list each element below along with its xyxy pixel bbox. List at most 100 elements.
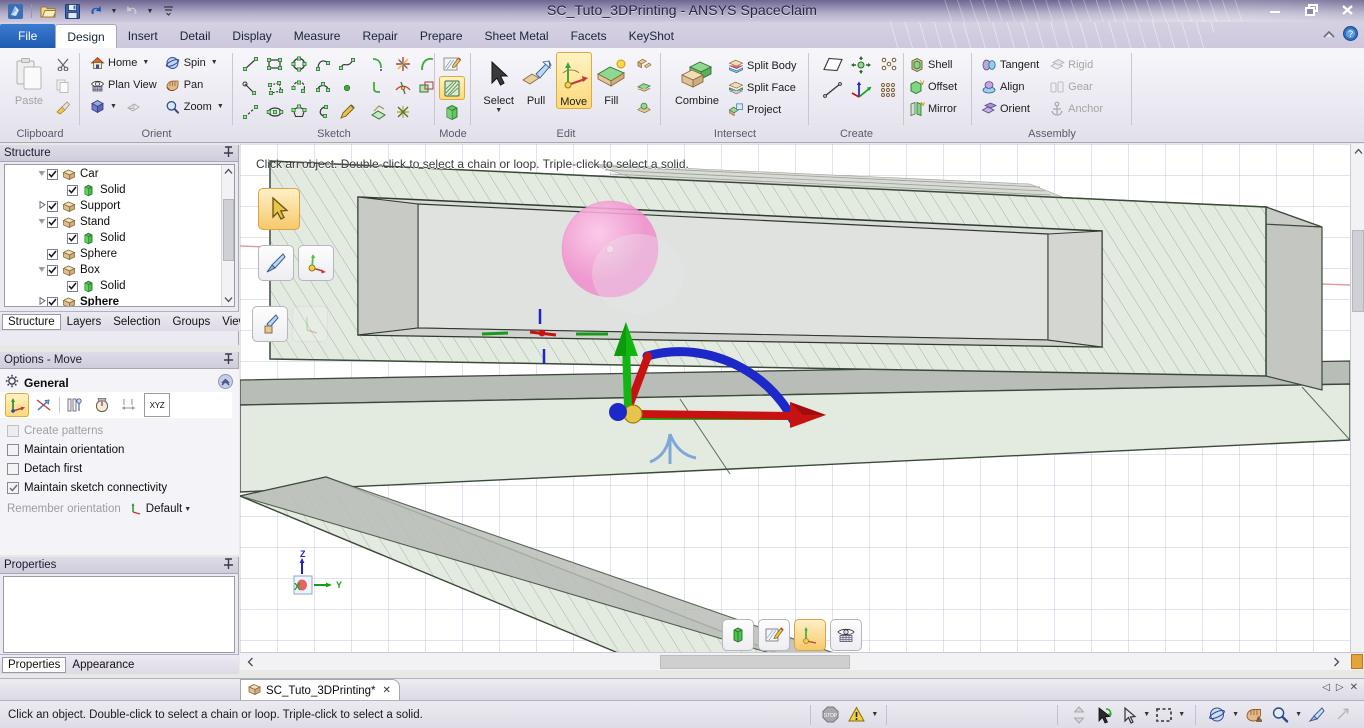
sketch-create-corner-button[interactable] bbox=[391, 52, 415, 76]
panel-tab-groups[interactable]: Groups bbox=[167, 314, 217, 330]
option-detach-first[interactable]: Detach first bbox=[0, 459, 239, 478]
pan-icon[interactable] bbox=[1243, 704, 1265, 726]
sketch-mode-icon[interactable] bbox=[758, 619, 790, 651]
remember-orientation-value[interactable]: Default bbox=[146, 503, 182, 515]
sketch-tangent-arc-button[interactable] bbox=[311, 52, 335, 76]
tree-item-sphere[interactable]: Sphere bbox=[5, 294, 234, 306]
align-button[interactable]: Align bbox=[978, 76, 1042, 97]
anchor-button[interactable]: Anchor bbox=[1046, 98, 1106, 119]
panel-tab-selection[interactable]: Selection bbox=[107, 314, 166, 330]
tree-scroll-up-icon[interactable] bbox=[222, 165, 234, 178]
doc-nav-close-icon[interactable]: ✕ bbox=[1350, 682, 1358, 693]
panel-tab-properties[interactable]: Properties bbox=[2, 656, 67, 673]
create-plane-button[interactable] bbox=[819, 52, 847, 77]
rigid-button[interactable]: Rigid bbox=[1046, 54, 1106, 75]
spin-dropdown-icon[interactable]: ▼ bbox=[211, 59, 218, 66]
help-icon[interactable]: ? bbox=[1343, 26, 1358, 44]
tab-facets[interactable]: Facets bbox=[560, 24, 618, 48]
pull-status-icon[interactable] bbox=[1306, 704, 1328, 726]
stop-icon[interactable]: STOP bbox=[819, 704, 841, 726]
xyz-coordinates-icon[interactable]: XYZ bbox=[144, 393, 170, 417]
measure-distance-icon[interactable] bbox=[117, 393, 141, 417]
paste-button[interactable]: Paste bbox=[6, 52, 52, 107]
panel-tab-layers[interactable]: Layers bbox=[61, 314, 108, 330]
app-menu-icon[interactable] bbox=[4, 1, 26, 21]
sketch-select-icon[interactable] bbox=[1093, 704, 1115, 726]
protractor-icon[interactable] bbox=[90, 393, 114, 417]
sketch-sweep-arc-button[interactable] bbox=[311, 100, 335, 124]
collapse-ribbon-icon[interactable] bbox=[1322, 28, 1336, 42]
box-select-dropdown-icon[interactable]: ▼ bbox=[1178, 711, 1185, 718]
document-tab-close-icon[interactable]: ✕ bbox=[383, 685, 391, 696]
expander-collapse-icon[interactable] bbox=[37, 265, 47, 275]
tree-item-sphere[interactable]: Sphere bbox=[5, 246, 234, 262]
visibility-checkbox[interactable] bbox=[47, 264, 58, 276]
visibility-checkbox[interactable] bbox=[47, 168, 58, 180]
select-arrow-icon[interactable] bbox=[1118, 704, 1140, 726]
tree-item-box[interactable]: Box bbox=[5, 262, 234, 278]
checkbox[interactable] bbox=[7, 443, 19, 456]
visibility-checkbox[interactable] bbox=[67, 232, 78, 244]
viewport-horizontal-scrollbar[interactable] bbox=[240, 652, 1364, 670]
select-button[interactable]: Select ▼ bbox=[481, 52, 516, 114]
undo-icon[interactable] bbox=[85, 1, 107, 21]
scroll-right-icon[interactable] bbox=[1328, 653, 1344, 671]
panel-tab-structure[interactable]: Structure bbox=[2, 313, 61, 330]
pull-secondary-icon[interactable] bbox=[252, 306, 288, 342]
visibility-checkbox[interactable] bbox=[47, 248, 58, 260]
sketch-polygon-button[interactable] bbox=[263, 76, 287, 100]
tab-prepare[interactable]: Prepare bbox=[409, 24, 474, 48]
viewport-hscroll-thumb[interactable] bbox=[660, 655, 850, 669]
scroll-left-icon[interactable] bbox=[242, 653, 258, 671]
sketch-construction-line-button[interactable] bbox=[239, 76, 263, 100]
sketch-project-to-sketch-button[interactable] bbox=[367, 100, 391, 124]
mirror-button[interactable]: Mirror bbox=[906, 98, 960, 119]
home-button[interactable]: Home ▼ bbox=[86, 52, 160, 73]
tree-item-solid[interactable]: Solid bbox=[5, 278, 234, 294]
doc-nav-next-icon[interactable]: ▷ bbox=[1336, 682, 1344, 693]
viewport-vscroll-thumb[interactable] bbox=[1352, 230, 1364, 312]
minimize-button[interactable] bbox=[1262, 1, 1288, 19]
status-dropdown-icon[interactable]: ▼ bbox=[871, 711, 878, 718]
redo-icon[interactable] bbox=[121, 1, 143, 21]
open-icon[interactable] bbox=[37, 1, 59, 21]
visibility-checkbox[interactable] bbox=[67, 184, 78, 196]
zoom-dropdown-icon[interactable]: ▼ bbox=[1295, 711, 1302, 718]
tab-sheet-metal[interactable]: Sheet Metal bbox=[474, 24, 560, 48]
sketch-three-point-arc-button[interactable] bbox=[287, 76, 311, 100]
edit-extra-pattern[interactable] bbox=[633, 97, 655, 118]
mode-section-button[interactable] bbox=[439, 76, 465, 100]
tree-scroll-down-icon[interactable] bbox=[222, 293, 234, 306]
sketch-split-curve-button[interactable] bbox=[391, 76, 415, 100]
shell-button[interactable]: Shell bbox=[906, 54, 960, 75]
copy-button[interactable] bbox=[52, 75, 74, 96]
option-maintain-sketch-connectivity[interactable]: Maintain sketch connectivity bbox=[0, 478, 239, 497]
checkbox[interactable] bbox=[7, 462, 19, 475]
tab-detail[interactable]: Detail bbox=[169, 24, 222, 48]
move-button[interactable]: Move bbox=[555, 52, 592, 109]
sketch-three-point-circle-button[interactable] bbox=[311, 76, 335, 100]
structure-tree[interactable]: Car Solid Support Stand Solid Sphere Box Solid S… bbox=[4, 164, 235, 307]
spin-dropdown-icon[interactable]: ▼ bbox=[1232, 711, 1239, 718]
move-tool-icon[interactable] bbox=[5, 393, 29, 417]
zoom-dropdown-icon[interactable]: ▼ bbox=[217, 103, 224, 110]
pull-button[interactable]: Pull bbox=[518, 52, 553, 107]
previous-view-icon[interactable] bbox=[126, 99, 142, 115]
visibility-checkbox[interactable] bbox=[47, 296, 58, 306]
restore-button[interactable] bbox=[1298, 1, 1324, 19]
visibility-checkbox[interactable] bbox=[67, 280, 78, 292]
document-tab-sc-tuto-3dprinting[interactable]: SC_Tuto_3DPrinting* ✕ bbox=[240, 679, 400, 701]
sketch-rectangle-button[interactable] bbox=[263, 52, 287, 76]
tree-scrollbar[interactable] bbox=[221, 165, 234, 306]
visibility-checkbox[interactable] bbox=[47, 200, 58, 212]
create-origin-triad-button[interactable] bbox=[847, 77, 875, 102]
expander-collapse-icon[interactable] bbox=[37, 169, 47, 179]
tree-item-solid[interactable]: Solid bbox=[5, 230, 234, 246]
warning-icon[interactable] bbox=[845, 704, 867, 726]
expander-expand-icon[interactable] bbox=[37, 296, 47, 306]
spin-stepper-icon[interactable] bbox=[1068, 704, 1090, 726]
tree-scroll-thumb[interactable] bbox=[223, 199, 234, 261]
scroll-up-icon[interactable] bbox=[1351, 144, 1364, 158]
customize-qat-icon[interactable] bbox=[157, 1, 179, 21]
select-tool-icon[interactable] bbox=[258, 188, 300, 230]
